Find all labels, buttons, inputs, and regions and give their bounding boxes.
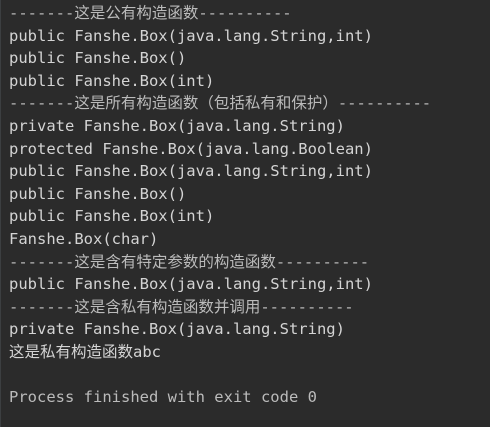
output-line: private Fanshe.Box(java.lang.String) xyxy=(9,320,345,339)
separator-private-constructor-call: -------这是含私有构造函数并调用---------- xyxy=(9,297,354,316)
output-line: Fanshe.Box(char) xyxy=(9,229,159,248)
output-line: private Fanshe.Box(java.lang.String) xyxy=(9,116,345,135)
output-line: public Fanshe.Box(int) xyxy=(9,71,215,90)
output-line: public Fanshe.Box(java.lang.String,int) xyxy=(9,275,373,294)
separator-specific-constructor: -------这是含有特定参数的构造函数---------- xyxy=(9,252,370,271)
output-line: 这是私有构造函数abc xyxy=(9,342,161,361)
console-output-panel[interactable]: -------这是公有构造函数---------- public Fanshe.… xyxy=(0,0,490,427)
output-line: public Fanshe.Box(int) xyxy=(9,207,215,226)
separator-public-constructors: -------这是公有构造函数---------- xyxy=(9,4,292,22)
output-line: public Fanshe.Box() xyxy=(9,49,187,68)
process-exit-message: Process finished with exit code 0 xyxy=(9,388,317,407)
output-line: public Fanshe.Box(java.lang.String,int) xyxy=(9,26,373,45)
separator-all-constructors: -------这是所有构造函数（包括私有和保护）---------- xyxy=(9,94,432,113)
output-line: public Fanshe.Box() xyxy=(9,184,187,203)
output-line: protected Fanshe.Box(java.lang.Boolean) xyxy=(9,139,373,158)
output-line: public Fanshe.Box(java.lang.String,int) xyxy=(9,162,373,181)
